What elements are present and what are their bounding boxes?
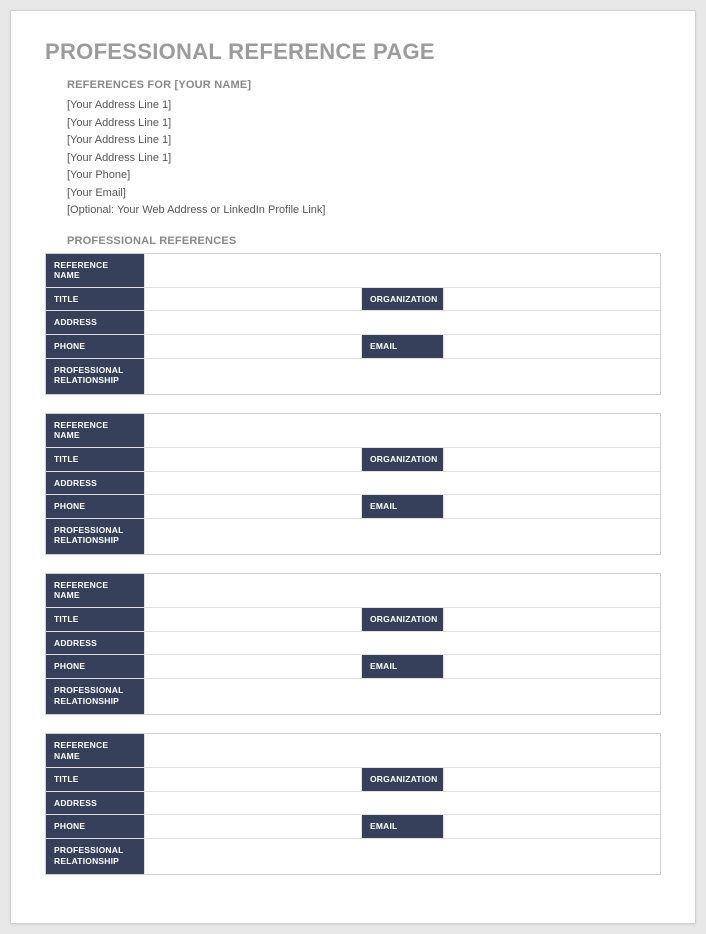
address-line: [Your Phone]: [67, 167, 661, 184]
references-for-label: REFERENCES FOR [YOUR NAME]: [67, 79, 661, 91]
label-phone: PHONE: [46, 815, 144, 838]
input-title[interactable]: [144, 768, 361, 791]
reference-table: REFERENCE NAMETITLE ORGANIZATION ADDRESSPH…: [45, 573, 661, 715]
address-lines: [Your Address Line 1] [Your Address Line…: [67, 97, 661, 219]
row-phone: PHONE EMAIL: [46, 494, 660, 518]
label-professional-relationship: PROFESSIONAL RELATIONSHIP: [46, 839, 144, 874]
input-reference-name[interactable]: [144, 414, 660, 447]
row-phone: PHONE EMAIL: [46, 654, 660, 678]
label-organization: ORGANIZATION: [361, 608, 443, 631]
input-professional-relationship[interactable]: [144, 679, 660, 714]
row-phone: PHONE EMAIL: [46, 334, 660, 358]
label-reference-name: REFERENCE NAME: [46, 414, 144, 447]
input-reference-name[interactable]: [144, 574, 660, 607]
label-address: ADDRESS: [46, 311, 144, 334]
row-reference-name: REFERENCE NAME: [46, 414, 660, 447]
reference-tables: REFERENCE NAMETITLEORGANIZATIONADDRESSPH…: [45, 253, 661, 876]
input-phone[interactable]: [144, 655, 361, 678]
row-reference-name: REFERENCE NAME: [46, 734, 660, 767]
input-reference-name[interactable]: [144, 254, 660, 287]
label-phone: PHONE: [46, 655, 144, 678]
input-title[interactable]: [144, 608, 361, 631]
input-email[interactable]: [443, 655, 660, 678]
input-title[interactable]: [144, 448, 361, 471]
input-phone[interactable]: [144, 335, 361, 358]
label-email: EMAIL: [361, 815, 443, 838]
label-organization: ORGANIZATION: [361, 448, 443, 471]
input-address[interactable]: [144, 792, 660, 815]
input-email[interactable]: [443, 495, 660, 518]
address-line: [Your Address Line 1]: [67, 115, 661, 132]
header-block: REFERENCES FOR [YOUR NAME] [Your Address…: [45, 79, 661, 247]
page-title: PROFESSIONAL REFERENCE PAGE: [45, 39, 661, 65]
input-organization[interactable]: [443, 608, 660, 631]
row-title: TITLE ORGANIZATION: [46, 287, 660, 311]
row-professional-relationship: PROFESSIONAL RELATIONSHIP: [46, 358, 660, 394]
label-email: EMAIL: [361, 335, 443, 358]
label-address: ADDRESS: [46, 472, 144, 495]
input-email[interactable]: [443, 815, 660, 838]
input-address[interactable]: [144, 472, 660, 495]
row-professional-relationship: PROFESSIONAL RELATIONSHIP: [46, 518, 660, 554]
input-address[interactable]: [144, 632, 660, 655]
reference-table: REFERENCE NAMETITLE ORGANIZATION ADDRESSPH…: [45, 253, 661, 395]
input-title[interactable]: [144, 288, 361, 311]
row-professional-relationship: PROFESSIONAL RELATIONSHIP: [46, 678, 660, 714]
label-phone: PHONE: [46, 495, 144, 518]
input-professional-relationship[interactable]: [144, 359, 660, 394]
row-title: TITLE ORGANIZATION: [46, 607, 660, 631]
label-address: ADDRESS: [46, 792, 144, 815]
label-email: EMAIL: [361, 495, 443, 518]
label-professional-relationship: PROFESSIONAL RELATIONSHIP: [46, 519, 144, 554]
address-line: [Optional: Your Web Address or LinkedIn …: [67, 202, 661, 219]
reference-table: REFERENCE NAMETITLE ORGANIZATION ADDRESSPH…: [45, 413, 661, 555]
row-title: TITLE ORGANIZATION: [46, 447, 660, 471]
label-title: TITLE: [46, 768, 144, 791]
row-title: TITLE ORGANIZATION: [46, 767, 660, 791]
label-reference-name: REFERENCE NAME: [46, 734, 144, 767]
address-line: [Your Address Line 1]: [67, 150, 661, 167]
reference-table: REFERENCE NAMETITLE ORGANIZATION ADDRESSPH…: [45, 733, 661, 875]
input-reference-name[interactable]: [144, 734, 660, 767]
input-phone[interactable]: [144, 495, 361, 518]
label-email: EMAIL: [361, 655, 443, 678]
row-address: ADDRESS: [46, 310, 660, 334]
label-professional-relationship: PROFESSIONAL RELATIONSHIP: [46, 359, 144, 394]
reference-page: PROFESSIONAL REFERENCE PAGE REFERENCES F…: [10, 10, 696, 924]
address-line: [Your Address Line 1]: [67, 97, 661, 114]
row-address: ADDRESS: [46, 471, 660, 495]
label-reference-name: REFERENCE NAME: [46, 574, 144, 607]
input-organization[interactable]: [443, 448, 660, 471]
label-organization: ORGANIZATION: [361, 768, 443, 791]
label-reference-name: REFERENCE NAME: [46, 254, 144, 287]
input-professional-relationship[interactable]: [144, 519, 660, 554]
input-professional-relationship[interactable]: [144, 839, 660, 874]
input-organization[interactable]: [443, 768, 660, 791]
input-email[interactable]: [443, 335, 660, 358]
professional-references-label: PROFESSIONAL REFERENCES: [67, 235, 661, 247]
label-address: ADDRESS: [46, 632, 144, 655]
row-professional-relationship: PROFESSIONAL RELATIONSHIP: [46, 838, 660, 874]
row-reference-name: REFERENCE NAME: [46, 254, 660, 287]
row-address: ADDRESS: [46, 631, 660, 655]
input-organization[interactable]: [443, 288, 660, 311]
row-phone: PHONE EMAIL: [46, 814, 660, 838]
address-line: [Your Address Line 1]: [67, 132, 661, 149]
label-organization: ORGANIZATION: [361, 288, 443, 311]
label-title: TITLE: [46, 608, 144, 631]
row-address: ADDRESS: [46, 791, 660, 815]
row-reference-name: REFERENCE NAME: [46, 574, 660, 607]
input-phone[interactable]: [144, 815, 361, 838]
label-title: TITLE: [46, 288, 144, 311]
label-title: TITLE: [46, 448, 144, 471]
input-address[interactable]: [144, 311, 660, 334]
address-line: [Your Email]: [67, 185, 661, 202]
label-phone: PHONE: [46, 335, 144, 358]
label-professional-relationship: PROFESSIONAL RELATIONSHIP: [46, 679, 144, 714]
